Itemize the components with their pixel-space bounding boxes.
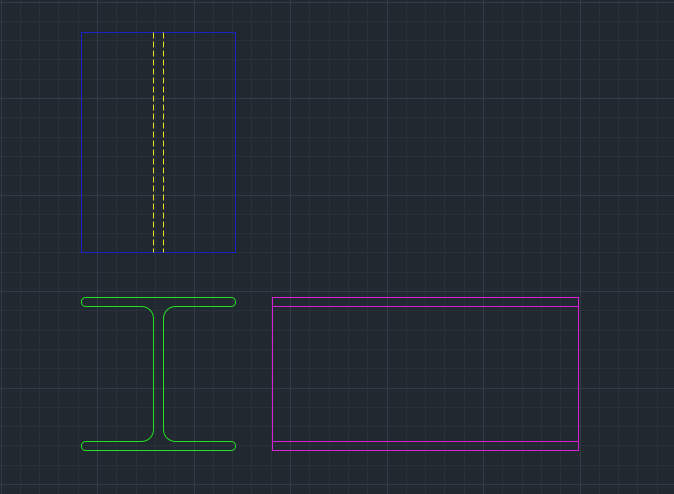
drawing-canvas[interactable] [0,0,674,494]
viewport-background [0,0,674,494]
